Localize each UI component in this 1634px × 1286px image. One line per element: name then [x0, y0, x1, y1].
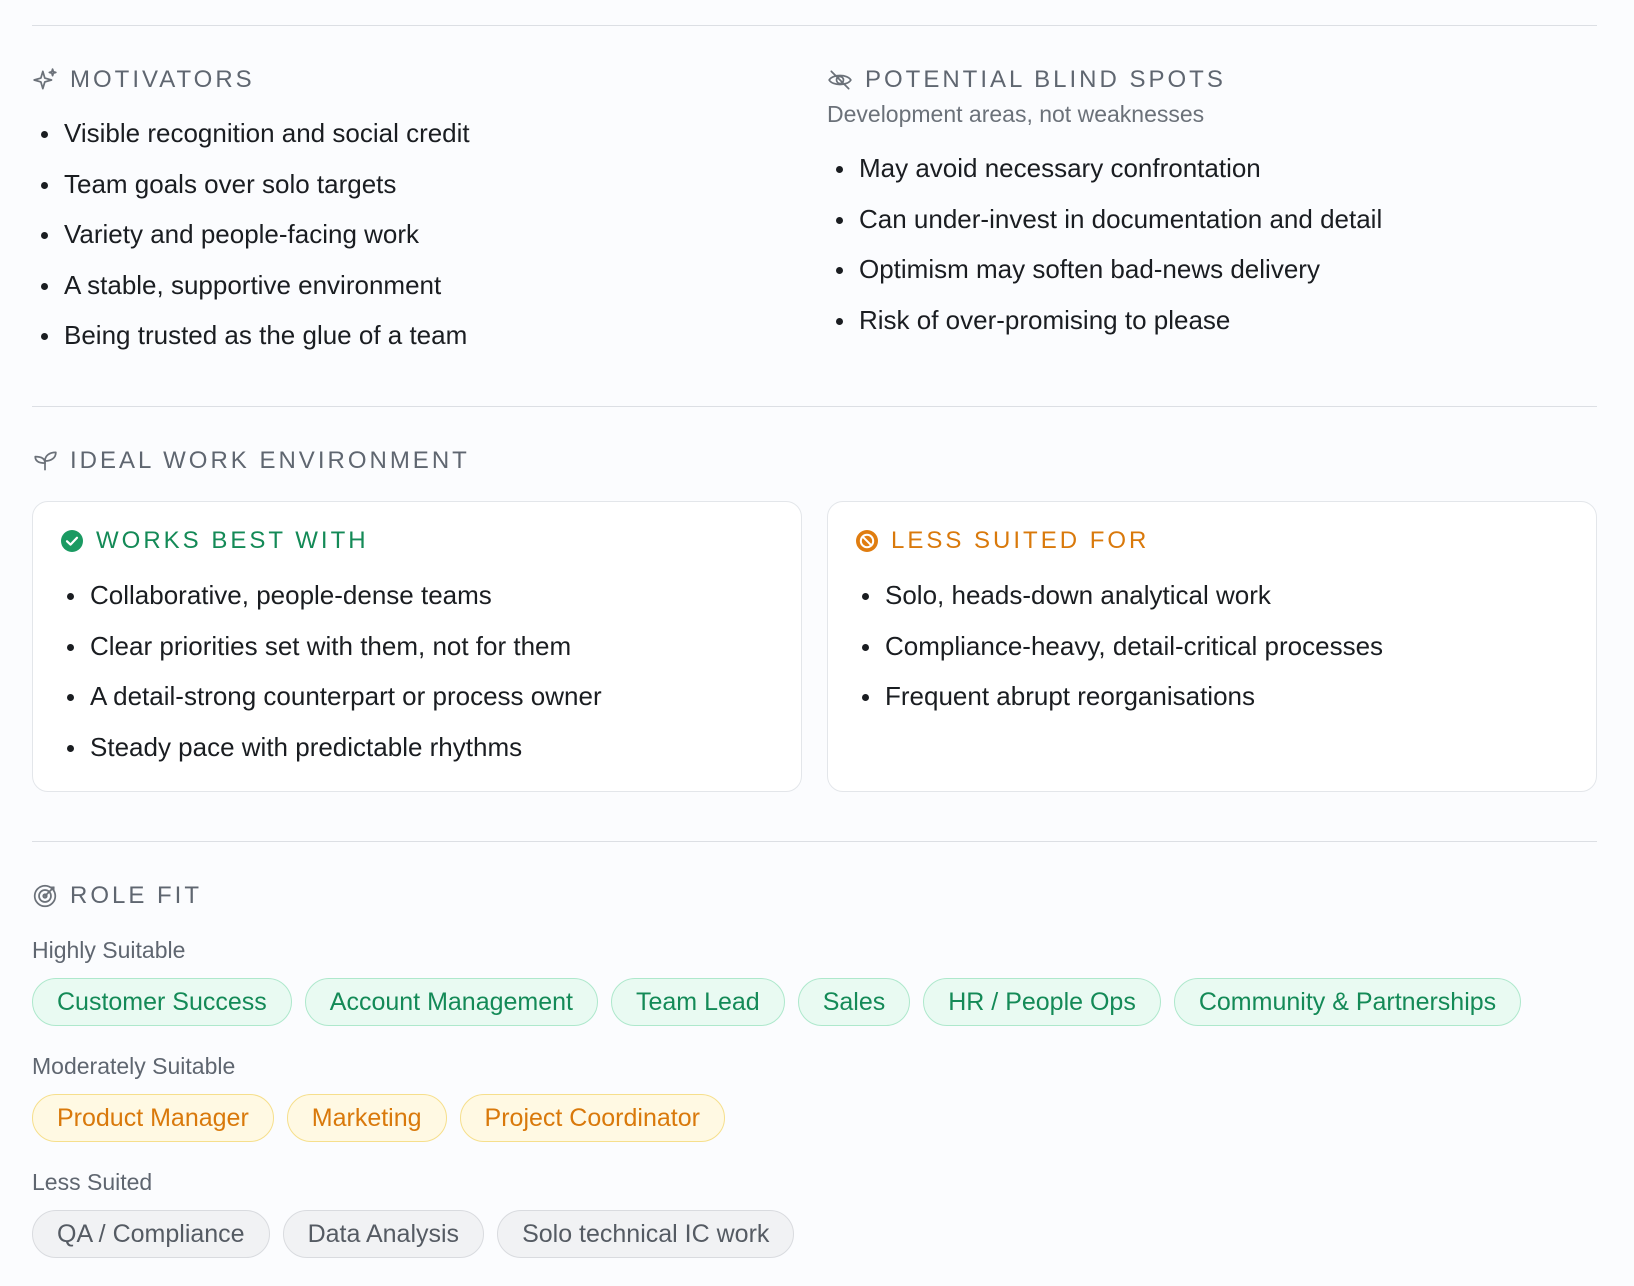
environment-title: IDEAL WORK ENVIRONMENT [70, 447, 470, 474]
highly-suitable-chips: Customer Success Account Management Team… [32, 978, 1522, 1026]
role-fit-title: ROLE FIT [70, 882, 203, 909]
less-suited-header: LESS SUITED FOR [855, 527, 1149, 555]
role-chip[interactable]: QA / Compliance [32, 1210, 270, 1258]
list-item: Can under-invest in documentation and de… [827, 194, 1382, 245]
motivators-header: MOTIVATORS [32, 66, 255, 94]
top-divider [32, 25, 1597, 26]
blind-spots-list: May avoid necessary confrontation Can un… [827, 143, 1382, 345]
sprout-icon [34, 451, 57, 471]
list-item: A detail-strong counterpart or process o… [58, 671, 602, 722]
blind-spots-header: POTENTIAL BLIND SPOTS [827, 66, 1226, 94]
role-chip[interactable]: Project Coordinator [459, 1094, 725, 1142]
highly-suitable-label: Highly Suitable [32, 937, 186, 963]
role-chip[interactable]: Customer Success [32, 978, 292, 1026]
less-suited-chips: QA / Compliance Data Analysis Solo techn… [32, 1210, 795, 1258]
list-item: Solo, heads-down analytical work [853, 570, 1383, 621]
role-chip[interactable]: Product Manager [32, 1094, 274, 1142]
environment-header: IDEAL WORK ENVIRONMENT [32, 447, 470, 475]
less-suited-card: LESS SUITED FOR Solo, heads-down analyti… [827, 501, 1597, 792]
section-divider [32, 841, 1597, 842]
check-circle-icon [61, 530, 83, 552]
role-fit-header: ROLE FIT [32, 882, 202, 910]
works-best-title: WORKS BEST WITH [96, 527, 369, 554]
role-chip[interactable]: Marketing [286, 1094, 447, 1142]
list-item: Being trusted as the glue of a team [32, 310, 470, 361]
moderately-suitable-label: Moderately Suitable [32, 1053, 236, 1079]
list-item: Collaborative, people-dense teams [58, 570, 602, 621]
target-icon [33, 884, 57, 908]
works-best-card: WORKS BEST WITH Collaborative, people-de… [32, 501, 802, 792]
role-chip[interactable]: Team Lead [611, 978, 785, 1026]
role-chip[interactable]: Solo technical IC work [497, 1210, 795, 1258]
role-chip[interactable]: Data Analysis [282, 1210, 485, 1258]
role-chip[interactable]: HR / People Ops [923, 978, 1161, 1026]
moderately-suitable-chips: Product Manager Marketing Project Coordi… [32, 1094, 725, 1142]
list-item: Variety and people-facing work [32, 209, 470, 260]
list-item: Visible recognition and social credit [32, 108, 470, 159]
motivators-title: MOTIVATORS [70, 66, 255, 93]
prohibited-icon [856, 530, 878, 552]
less-suited-title: LESS SUITED FOR [891, 527, 1150, 554]
list-item: May avoid necessary confrontation [827, 143, 1382, 194]
list-item: A stable, supportive environment [32, 260, 470, 311]
blind-spots-subtitle: Development areas, not weaknesses [827, 101, 1205, 127]
blind-spots-title: POTENTIAL BLIND SPOTS [865, 66, 1226, 93]
list-item: Team goals over solo targets [32, 159, 470, 210]
role-chip[interactable]: Account Management [304, 978, 598, 1026]
works-best-list: Collaborative, people-dense teams Clear … [58, 570, 602, 772]
motivators-list: Visible recognition and social credit Te… [32, 108, 470, 361]
list-item: Frequent abrupt reorganisations [853, 671, 1383, 722]
works-best-header: WORKS BEST WITH [60, 527, 369, 555]
eye-off-icon [828, 70, 852, 90]
list-item: Optimism may soften bad-news delivery [827, 244, 1382, 295]
less-suited-label: Less Suited [32, 1169, 153, 1195]
role-chip[interactable]: Community & Partnerships [1173, 978, 1522, 1026]
sparkle-icon [33, 68, 57, 90]
role-chip[interactable]: Sales [797, 978, 911, 1026]
list-item: Steady pace with predictable rhythms [58, 722, 602, 773]
less-suited-list: Solo, heads-down analytical work Complia… [853, 570, 1383, 722]
list-item: Clear priorities set with them, not for … [58, 621, 602, 672]
section-divider [32, 406, 1597, 407]
list-item: Compliance-heavy, detail-critical proces… [853, 621, 1383, 672]
list-item: Risk of over-promising to please [827, 295, 1382, 346]
